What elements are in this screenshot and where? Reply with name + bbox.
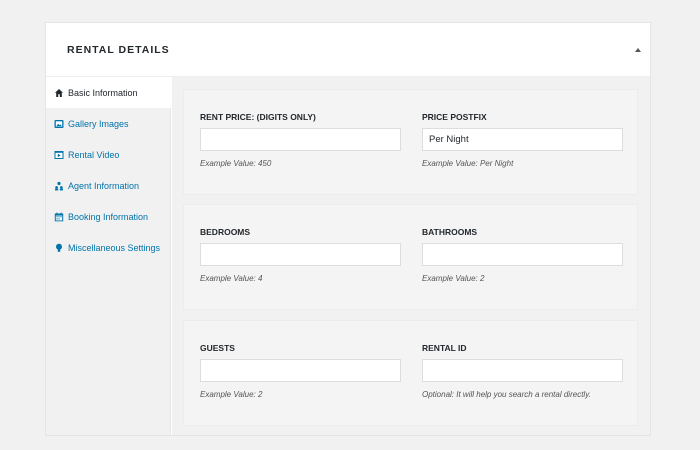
bedrooms-label: BEDROOMS — [200, 227, 251, 237]
bedrooms-hint: Example Value: 4 — [200, 274, 263, 283]
tab-agent-information[interactable]: Agent Information — [46, 170, 171, 201]
rent-price-hint: Example Value: 450 — [200, 159, 272, 168]
calendar-icon — [54, 212, 64, 222]
images-icon — [54, 119, 64, 129]
rooms-panel: BEDROOMS Example Value: 4 BATHROOMS Exam… — [183, 204, 638, 310]
tab-booking-information[interactable]: Booking Information — [46, 201, 171, 232]
price-postfix-label: PRICE POSTFIX — [422, 112, 487, 122]
tab-basic-information[interactable]: Basic Information — [46, 77, 172, 108]
tab-content-basic-information: RENT PRICE: (DIGITS ONLY) Example Value:… — [172, 77, 650, 435]
metabox-title: RENTAL DETAILS — [67, 44, 170, 56]
bathrooms-label: BATHROOMS — [422, 227, 478, 237]
bathrooms-hint: Example Value: 2 — [422, 274, 485, 283]
collapse-toggle-icon[interactable] — [635, 48, 641, 52]
rental-id-label: RENTAL ID — [422, 343, 467, 353]
home-icon — [54, 88, 64, 98]
tab-list: Basic Information Gallery Images Rental … — [46, 77, 172, 435]
price-postfix-input[interactable] — [422, 128, 623, 151]
rental-id-input[interactable] — [422, 359, 623, 382]
lightbulb-icon — [54, 243, 64, 253]
rental-details-metabox: RENTAL DETAILS Basic Information Gallery… — [45, 22, 651, 436]
tab-label: Gallery Images — [68, 118, 129, 129]
price-panel: RENT PRICE: (DIGITS ONLY) Example Value:… — [183, 89, 638, 195]
tab-label: Booking Information — [68, 211, 149, 222]
users-icon — [54, 181, 64, 191]
metabox-header[interactable]: RENTAL DETAILS — [46, 23, 650, 77]
price-postfix-hint: Example Value: Per Night — [422, 159, 514, 168]
tab-label: Basic Information — [68, 87, 138, 98]
video-icon — [54, 150, 64, 160]
guests-label: GUESTS — [200, 343, 235, 353]
rent-price-label: RENT PRICE: (DIGITS ONLY) — [200, 112, 316, 122]
tab-miscellaneous-settings[interactable]: Miscellaneous Settings — [46, 232, 171, 263]
tab-label: Agent Information — [68, 180, 140, 191]
tab-label: Rental Video — [68, 149, 120, 160]
guests-hint: Example Value: 2 — [200, 390, 263, 399]
tab-rental-video[interactable]: Rental Video — [46, 139, 171, 170]
guests-panel: GUESTS Example Value: 2 RENTAL ID Option… — [183, 320, 638, 426]
tab-label: Miscellaneous Settings — [68, 242, 161, 253]
rental-id-hint: Optional: It will help you search a rent… — [422, 390, 591, 399]
guests-input[interactable] — [200, 359, 401, 382]
rent-price-input[interactable] — [200, 128, 401, 151]
bedrooms-input[interactable] — [200, 243, 401, 266]
bathrooms-input[interactable] — [422, 243, 623, 266]
tab-gallery-images[interactable]: Gallery Images — [46, 108, 171, 139]
